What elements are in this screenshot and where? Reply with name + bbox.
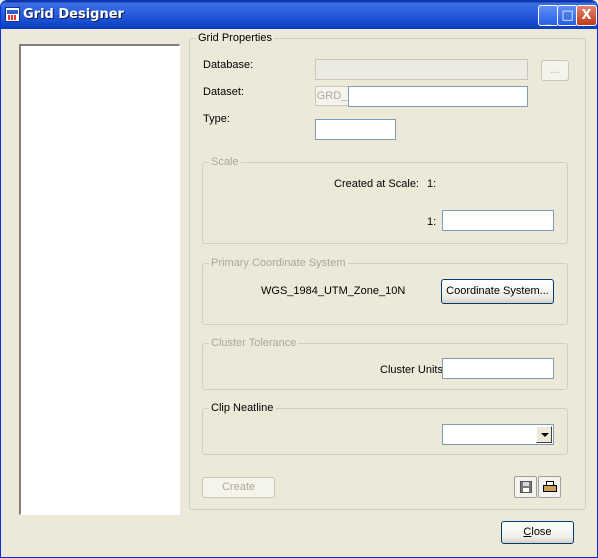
grid-app-icon (5, 7, 20, 22)
close-icon: X (581, 8, 592, 23)
title-bar[interactable]: Grid Designer _ □ X (1, 1, 597, 29)
grid-tree-panel[interactable] (19, 44, 180, 515)
database-field (315, 59, 528, 80)
type-field[interactable] (315, 119, 396, 140)
close-button[interactable]: Close (501, 521, 574, 544)
cluster-units-label: Cluster Units (380, 364, 443, 376)
close-window-button[interactable]: X (576, 5, 597, 26)
dataset-name-field[interactable] (348, 86, 528, 107)
cluster-tolerance-group: Cluster Tolerance Cluster Units (202, 337, 568, 390)
type-label: Type: (203, 113, 230, 125)
scale-field[interactable] (442, 210, 554, 231)
coordinate-system-button[interactable]: Coordinate System... (441, 279, 554, 304)
save-icon (520, 481, 532, 493)
database-label: Database: (203, 59, 254, 71)
created-at-scale-value: 1: (427, 178, 437, 190)
window-title: Grid Designer (23, 7, 124, 22)
database-browse-button[interactable]: ... (541, 60, 569, 81)
scale-prefix: 1: (427, 216, 437, 228)
coordinate-system-legend: Primary Coordinate System (209, 257, 348, 269)
save-button[interactable] (514, 476, 537, 498)
clip-neatline-dropdown[interactable] (442, 424, 554, 445)
dataset-prefix: GRD_ (315, 86, 349, 106)
cluster-tolerance-legend: Cluster Tolerance (209, 337, 299, 349)
coordinate-system-group: Primary Coordinate System WGS_1984_UTM_Z… (202, 257, 568, 325)
coordinate-system-name: WGS_1984_UTM_Zone_10N (261, 285, 406, 297)
scale-legend: Scale (209, 156, 241, 168)
print-icon (543, 481, 557, 493)
print-button[interactable] (538, 476, 561, 498)
clip-neatline-group: Clip Neatline (202, 402, 568, 455)
clip-neatline-legend: Clip Neatline (209, 402, 276, 414)
close-label-rest: lose (531, 526, 552, 538)
chevron-down-icon[interactable] (536, 426, 552, 443)
maximize-icon: □ (561, 8, 574, 23)
minimize-icon: _ (545, 12, 552, 26)
created-at-scale-label: Created at Scale: (334, 178, 419, 190)
cluster-tolerance-field[interactable] (442, 358, 554, 379)
dataset-label: Dataset: (203, 86, 244, 98)
maximize-button[interactable]: □ (557, 5, 578, 26)
scale-group: Scale Created at Scale: 1: 1: (202, 156, 568, 244)
create-button[interactable]: Create (202, 477, 275, 498)
dialog-content: Grid Properties Database: ... Dataset: G… (5, 30, 594, 555)
minimize-button[interactable]: _ (538, 5, 559, 26)
grid-properties-legend: Grid Properties (196, 32, 274, 44)
grid-designer-window: Grid Designer _ □ X Grid Properties Data… (0, 0, 598, 558)
grid-properties-group: Grid Properties Database: ... Dataset: G… (189, 32, 586, 510)
